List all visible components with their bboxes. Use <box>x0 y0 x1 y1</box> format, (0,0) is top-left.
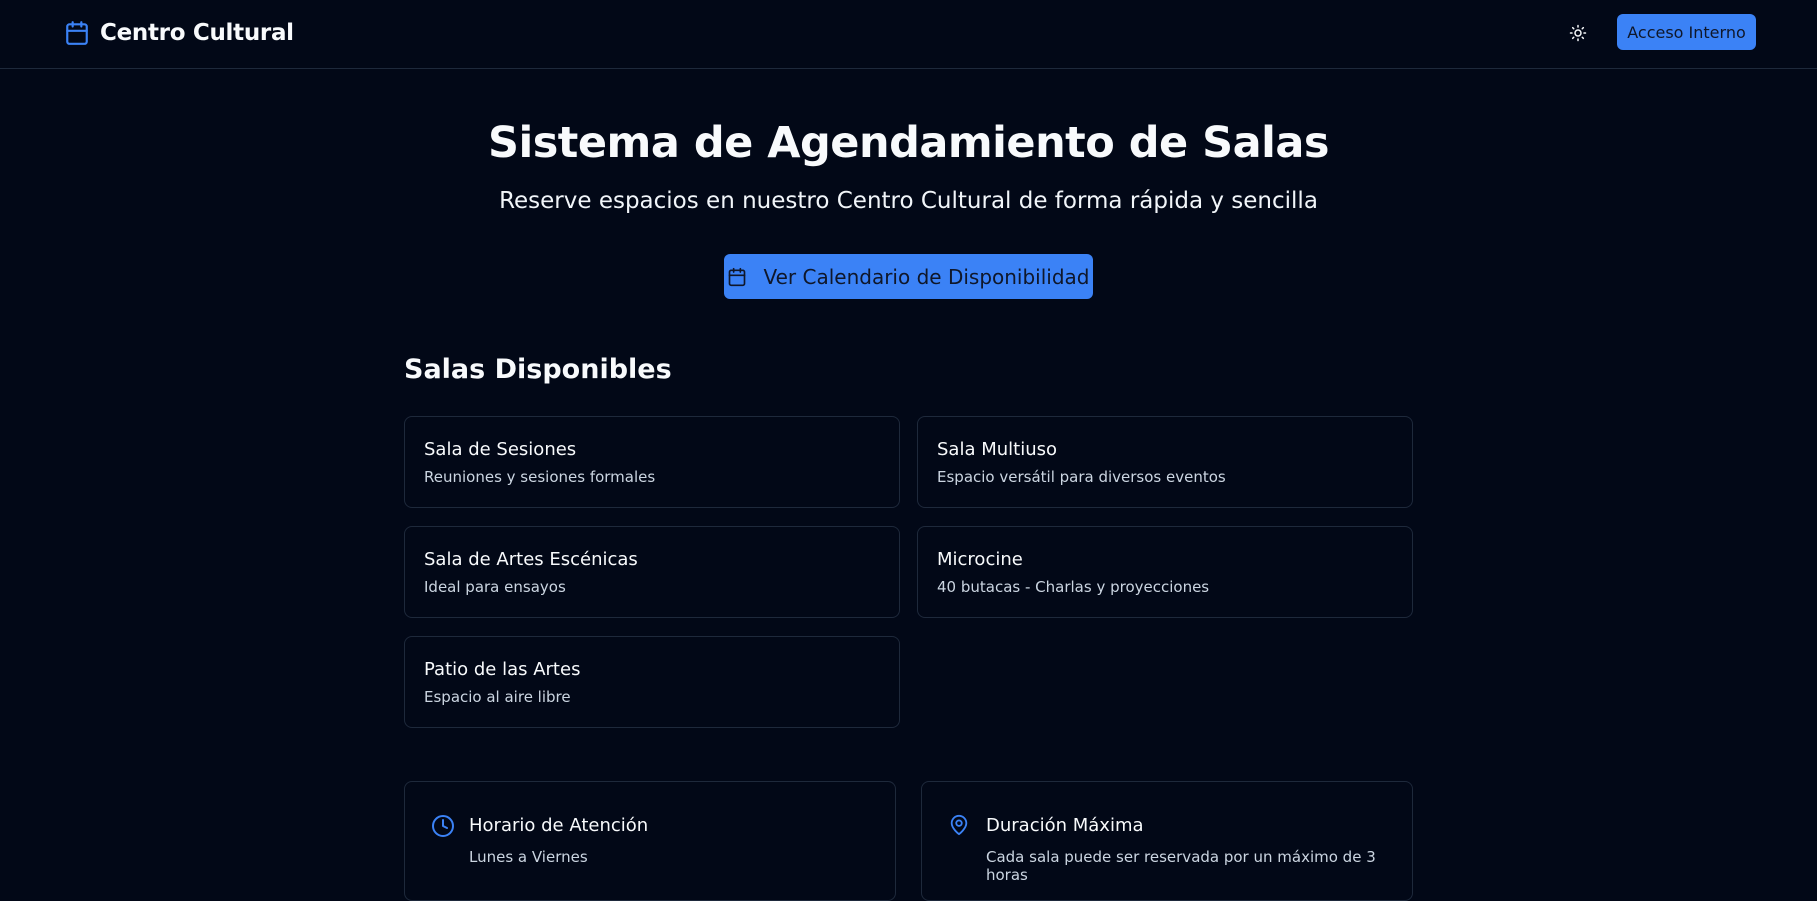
top-navbar: Centro Cultural Acceso Interno <box>0 0 1817 69</box>
room-card-microcine[interactable]: Microcine 40 butacas - Charlas y proyecc… <box>917 526 1413 618</box>
page-title: Sistema de Agendamiento de Salas <box>488 118 1330 168</box>
calendar-icon <box>727 267 747 287</box>
calendar-icon <box>64 20 90 46</box>
room-name: Patio de las Artes <box>424 659 581 680</box>
room-description: Ideal para ensayos <box>424 578 566 596</box>
room-name: Sala de Sesiones <box>424 439 577 460</box>
room-card-sala-de-artes-escenicas[interactable]: Sala de Artes Escénicas Ideal para ensay… <box>404 526 900 618</box>
internal-access-button[interactable]: Acceso Interno <box>1617 14 1756 50</box>
map-pin-icon <box>948 814 972 838</box>
room-name: Microcine <box>937 549 1023 570</box>
info-card-opening-hours: Horario de Atención Lunes a Viernes <box>404 781 896 901</box>
info-title: Duración Máxima <box>986 815 1144 836</box>
view-calendar-label: Ver Calendario de Disponibilidad <box>763 264 1090 289</box>
room-card-sala-de-sesiones[interactable]: Sala de Sesiones Reuniones y sesiones fo… <box>404 416 900 508</box>
room-name: Sala de Artes Escénicas <box>424 549 638 570</box>
info-description: Cada sala puede ser reservada por un máx… <box>986 848 1376 884</box>
theme-toggle-button[interactable] <box>1565 20 1591 46</box>
info-title: Horario de Atención <box>469 815 649 836</box>
brand-logo[interactable]: Centro Cultural <box>64 19 294 47</box>
info-description: Lunes a Viernes <box>469 848 588 866</box>
rooms-section-title: Salas Disponibles <box>404 354 672 385</box>
room-description: 40 butacas - Charlas y proyecciones <box>937 578 1210 596</box>
room-card-patio-de-las-artes[interactable]: Patio de las Artes Espacio al aire libre <box>404 636 900 728</box>
clock-icon <box>431 814 455 838</box>
page-subtitle: Reserve espacios en nuestro Centro Cultu… <box>499 188 1318 214</box>
room-card-sala-multiuso[interactable]: Sala Multiuso Espacio versátil para dive… <box>917 416 1413 508</box>
room-description: Espacio al aire libre <box>424 688 571 706</box>
view-calendar-button[interactable]: Ver Calendario de Disponibilidad <box>724 254 1093 299</box>
room-name: Sala Multiuso <box>937 439 1058 460</box>
info-card-max-duration: Duración Máxima Cada sala puede ser rese… <box>921 781 1413 901</box>
room-description: Reuniones y sesiones formales <box>424 468 656 486</box>
brand-name: Centro Cultural <box>100 20 294 46</box>
room-description: Espacio versátil para diversos eventos <box>937 468 1226 486</box>
sun-icon <box>1569 24 1587 42</box>
